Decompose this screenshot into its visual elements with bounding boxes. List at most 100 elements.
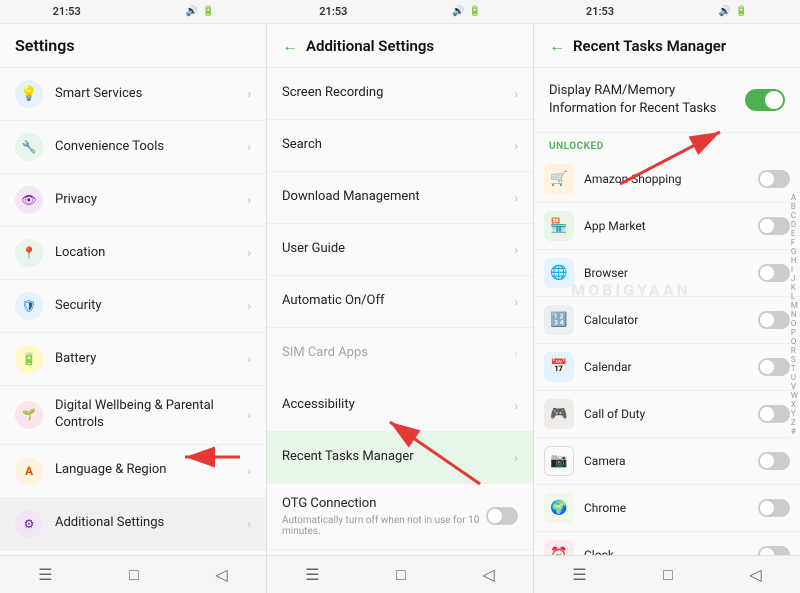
download-management-label: Download Management [282, 189, 514, 206]
settings-panel: Settings 💡 Smart Services › 🔧 Convenienc… [0, 24, 267, 555]
chrome-toggle[interactable] [758, 499, 790, 517]
recent-tasks-manager-header: ← Recent Tasks Manager [534, 24, 800, 68]
privacy-icon: 👁 [15, 186, 43, 214]
settings-item-language[interactable]: A Language & Region › [0, 445, 266, 498]
calculator-toggle[interactable] [758, 311, 790, 329]
app-item-clock[interactable]: ⏰ Clock [534, 532, 800, 555]
square-button-left[interactable]: □ [119, 560, 149, 590]
alpha-letter-B[interactable]: B [791, 203, 798, 211]
settings-item-software-update[interactable]: ↑ Software Update › [0, 551, 266, 555]
clock-toggle[interactable] [758, 546, 790, 555]
back-button-left[interactable]: ◁ [205, 560, 237, 589]
app-item-call-of-duty[interactable]: 🎮 Call of Duty [534, 391, 800, 438]
clock-icon: ⏰ [544, 540, 574, 555]
browser-toggle[interactable] [758, 264, 790, 282]
additional-item-automatic-onoff[interactable]: Automatic On/Off › [267, 276, 533, 328]
chevron-icon: › [247, 193, 251, 207]
call-of-duty-toggle[interactable] [758, 405, 790, 423]
app-item-browser[interactable]: 🌐 Browser [534, 250, 800, 297]
alpha-letter-O[interactable]: O [791, 320, 798, 328]
alpha-letter-A[interactable]: A [791, 194, 798, 202]
back-button-right[interactable]: ← [549, 36, 565, 56]
app-item-calendar[interactable]: 📅 Calendar [534, 344, 800, 391]
settings-item-digital-wellbeing[interactable]: 🌱 Digital Wellbeing & Parental Controls … [0, 386, 266, 445]
chrome-name: Chrome [584, 501, 758, 515]
back-button-right-nav[interactable]: ◁ [739, 560, 771, 589]
additional-item-download-management[interactable]: Download Management › [267, 172, 533, 224]
additional-item-back-up-reset[interactable]: Back Up and Reset › [267, 550, 533, 555]
calendar-icon: 📅 [544, 352, 574, 382]
privacy-label: Privacy [55, 192, 247, 209]
app-item-camera[interactable]: 📷 Camera [534, 438, 800, 485]
convenience-tools-icon: 🔧 [15, 133, 43, 161]
alpha-letter-P[interactable]: P [791, 329, 798, 337]
additional-item-accessibility[interactable]: Accessibility › [267, 380, 533, 432]
square-button-right[interactable]: □ [653, 560, 683, 590]
app-item-calculator[interactable]: 🔢 Calculator [534, 297, 800, 344]
alpha-letter-F[interactable]: F [791, 239, 798, 247]
alpha-letter-V[interactable]: V [791, 383, 798, 391]
amazon-toggle[interactable] [758, 170, 790, 188]
alpha-letter-T[interactable]: T [791, 365, 798, 373]
camera-toggle[interactable] [758, 452, 790, 470]
alpha-letter-L[interactable]: L [791, 293, 798, 301]
alpha-letter-U[interactable]: U [791, 374, 798, 382]
settings-item-location[interactable]: 📍 Location › [0, 227, 266, 280]
app-item-chrome[interactable]: 🌍 Chrome [534, 485, 800, 532]
alpha-letter-Q[interactable]: Q [791, 338, 798, 346]
alpha-letter-S[interactable]: S [791, 356, 798, 364]
app-item-amazon[interactable]: 🛒 Amazon Shopping [534, 156, 800, 203]
settings-item-battery[interactable]: 🔋 Battery › [0, 333, 266, 386]
alpha-letter-K[interactable]: K [791, 284, 798, 292]
settings-item-additional-settings[interactable]: ⚙ Additional Settings › [0, 498, 266, 551]
settings-list: 💡 Smart Services › 🔧 Convenience Tools ›… [0, 68, 266, 555]
square-button-mid[interactable]: □ [386, 560, 416, 590]
alpha-letter-I[interactable]: I [791, 266, 798, 274]
ram-memory-toggle[interactable] [745, 89, 785, 111]
settings-item-security[interactable]: 🛡 Security › [0, 280, 266, 333]
additional-item-otg-connection[interactable]: OTG Connection Automatically turn off wh… [267, 484, 533, 550]
alpha-letter-E[interactable]: E [791, 230, 798, 238]
back-button-mid-nav[interactable]: ◁ [472, 560, 504, 589]
alpha-letter-#[interactable]: # [791, 428, 798, 436]
additional-item-user-guide[interactable]: User Guide › [267, 224, 533, 276]
status-time-mid: 21:53 [267, 0, 400, 23]
alpha-letter-M[interactable]: M [791, 302, 798, 310]
alpha-letter-Y[interactable]: Y [791, 410, 798, 418]
calendar-toggle[interactable] [758, 358, 790, 376]
hamburger-button-right[interactable]: ☰ [562, 560, 596, 589]
otg-toggle[interactable] [486, 507, 518, 525]
alpha-letter-G[interactable]: G [791, 248, 798, 256]
camera-icon: 📷 [544, 446, 574, 476]
alpha-letter-R[interactable]: R [791, 347, 798, 355]
bottom-nav-mid: ☰ □ ◁ [267, 556, 534, 593]
alpha-letter-X[interactable]: X [791, 401, 798, 409]
settings-item-smart-services[interactable]: 💡 Smart Services › [0, 68, 266, 121]
alpha-letter-J[interactable]: J [791, 275, 798, 283]
settings-item-convenience-tools[interactable]: 🔧 Convenience Tools › [0, 121, 266, 174]
status-icons-left: 🔊 🔋 [133, 0, 266, 23]
alpha-letter-Z[interactable]: Z [791, 419, 798, 427]
alpha-letter-C[interactable]: C [791, 212, 798, 220]
hamburger-button-left[interactable]: ☰ [28, 560, 62, 589]
additional-settings-list: Screen Recording › Search › Download Man… [267, 68, 533, 555]
alphabet-index: ABCDEFGHIJKLMNOPQRSTUVWXYZ# [791, 114, 798, 515]
amazon-icon: 🛒 [544, 164, 574, 194]
hamburger-button-mid[interactable]: ☰ [295, 560, 329, 589]
app-item-app-market[interactable]: 🏪 App Market [534, 203, 800, 250]
app-list: 🛒 Amazon Shopping 🏪 App Market 🌐 Browser… [534, 156, 800, 555]
additional-item-recent-tasks-manager[interactable]: Recent Tasks Manager › [267, 432, 533, 484]
app-market-toggle[interactable] [758, 217, 790, 235]
settings-item-privacy[interactable]: 👁 Privacy › [0, 174, 266, 227]
additional-item-search[interactable]: Search › [267, 120, 533, 172]
additional-settings-icon: ⚙ [15, 510, 43, 538]
alpha-letter-D[interactable]: D [791, 221, 798, 229]
alpha-letter-W[interactable]: W [791, 392, 798, 400]
unlocked-section-label: UNLOCKED [534, 133, 800, 156]
additional-item-screen-recording[interactable]: Screen Recording › [267, 68, 533, 120]
security-label: Security [55, 298, 247, 315]
back-button-mid[interactable]: ← [282, 36, 298, 56]
alpha-letter-N[interactable]: N [791, 311, 798, 319]
recent-tasks-manager-panel: ← Recent Tasks Manager Display RAM/Memor… [534, 24, 800, 555]
alpha-letter-H[interactable]: H [791, 257, 798, 265]
